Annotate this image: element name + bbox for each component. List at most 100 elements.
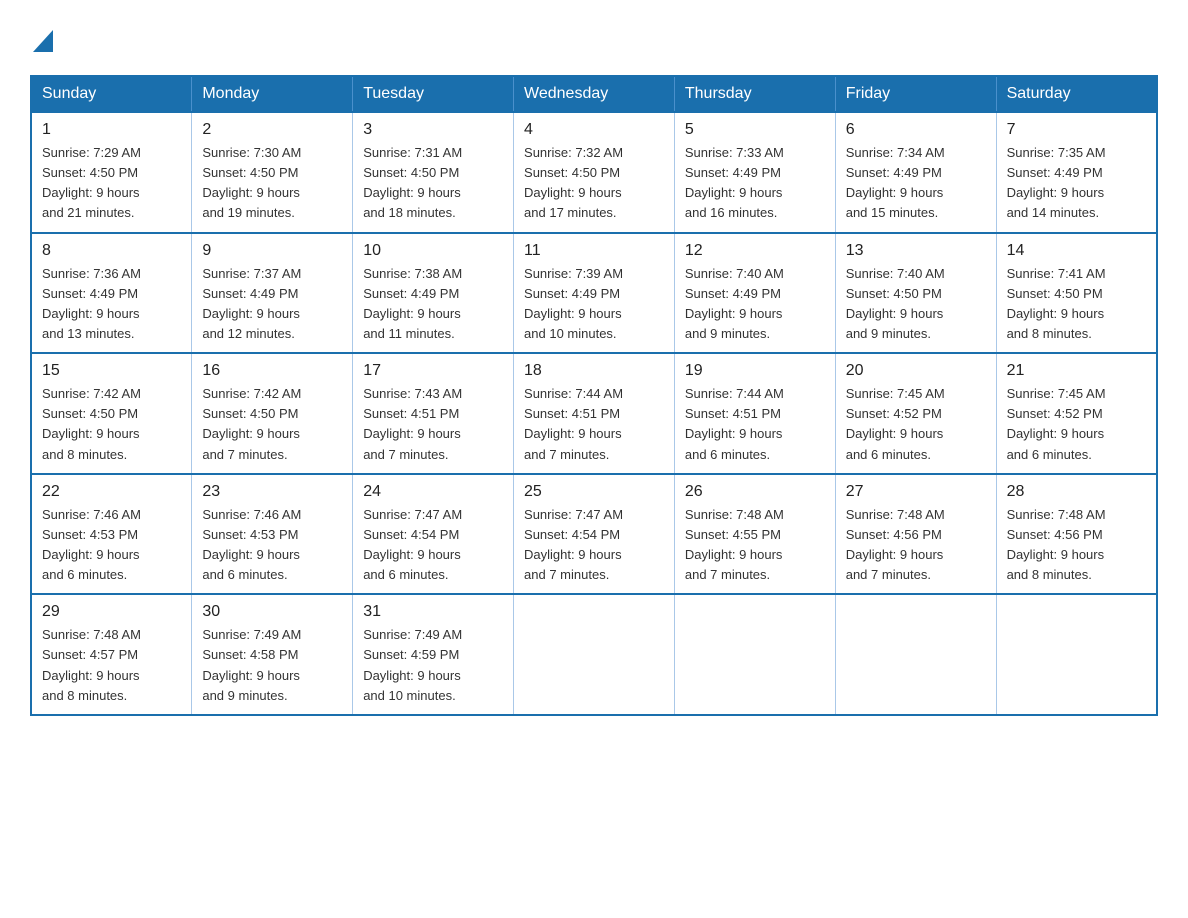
day-number: 29: [42, 603, 181, 621]
day-info: Sunrise: 7:48 AMSunset: 4:56 PMDaylight:…: [1007, 505, 1146, 586]
table-row: 8 Sunrise: 7:36 AMSunset: 4:49 PMDayligh…: [31, 233, 192, 354]
table-row: 25 Sunrise: 7:47 AMSunset: 4:54 PMDaylig…: [514, 474, 675, 595]
logo: [30, 30, 53, 57]
day-info: Sunrise: 7:37 AMSunset: 4:49 PMDaylight:…: [202, 264, 342, 345]
table-row: 13 Sunrise: 7:40 AMSunset: 4:50 PMDaylig…: [835, 233, 996, 354]
table-row: 11 Sunrise: 7:39 AMSunset: 4:49 PMDaylig…: [514, 233, 675, 354]
col-monday: Monday: [192, 76, 353, 112]
day-number: 23: [202, 483, 342, 501]
col-thursday: Thursday: [674, 76, 835, 112]
day-info: Sunrise: 7:42 AMSunset: 4:50 PMDaylight:…: [202, 384, 342, 465]
col-sunday: Sunday: [31, 76, 192, 112]
day-number: 30: [202, 603, 342, 621]
calendar-week-row: 8 Sunrise: 7:36 AMSunset: 4:49 PMDayligh…: [31, 233, 1157, 354]
day-number: 10: [363, 242, 503, 260]
table-row: 10 Sunrise: 7:38 AMSunset: 4:49 PMDaylig…: [353, 233, 514, 354]
day-number: 8: [42, 242, 181, 260]
header: [30, 20, 1158, 57]
table-row: 12 Sunrise: 7:40 AMSunset: 4:49 PMDaylig…: [674, 233, 835, 354]
day-info: Sunrise: 7:44 AMSunset: 4:51 PMDaylight:…: [524, 384, 664, 465]
table-row: 14 Sunrise: 7:41 AMSunset: 4:50 PMDaylig…: [996, 233, 1157, 354]
table-row: 30 Sunrise: 7:49 AMSunset: 4:58 PMDaylig…: [192, 594, 353, 715]
day-info: Sunrise: 7:44 AMSunset: 4:51 PMDaylight:…: [685, 384, 825, 465]
col-wednesday: Wednesday: [514, 76, 675, 112]
day-number: 2: [202, 121, 342, 139]
day-number: 11: [524, 242, 664, 260]
calendar-week-row: 29 Sunrise: 7:48 AMSunset: 4:57 PMDaylig…: [31, 594, 1157, 715]
table-row: 3 Sunrise: 7:31 AMSunset: 4:50 PMDayligh…: [353, 112, 514, 233]
col-friday: Friday: [835, 76, 996, 112]
table-row: 2 Sunrise: 7:30 AMSunset: 4:50 PMDayligh…: [192, 112, 353, 233]
day-number: 21: [1007, 362, 1146, 380]
day-info: Sunrise: 7:48 AMSunset: 4:55 PMDaylight:…: [685, 505, 825, 586]
day-info: Sunrise: 7:33 AMSunset: 4:49 PMDaylight:…: [685, 143, 825, 224]
col-tuesday: Tuesday: [353, 76, 514, 112]
table-row: 27 Sunrise: 7:48 AMSunset: 4:56 PMDaylig…: [835, 474, 996, 595]
day-info: Sunrise: 7:40 AMSunset: 4:50 PMDaylight:…: [846, 264, 986, 345]
day-number: 7: [1007, 121, 1146, 139]
day-info: Sunrise: 7:39 AMSunset: 4:49 PMDaylight:…: [524, 264, 664, 345]
day-info: Sunrise: 7:42 AMSunset: 4:50 PMDaylight:…: [42, 384, 181, 465]
day-info: Sunrise: 7:32 AMSunset: 4:50 PMDaylight:…: [524, 143, 664, 224]
day-number: 26: [685, 483, 825, 501]
table-row: 6 Sunrise: 7:34 AMSunset: 4:49 PMDayligh…: [835, 112, 996, 233]
table-row: 9 Sunrise: 7:37 AMSunset: 4:49 PMDayligh…: [192, 233, 353, 354]
day-info: Sunrise: 7:41 AMSunset: 4:50 PMDaylight:…: [1007, 264, 1146, 345]
table-row: 24 Sunrise: 7:47 AMSunset: 4:54 PMDaylig…: [353, 474, 514, 595]
day-number: 22: [42, 483, 181, 501]
day-number: 13: [846, 242, 986, 260]
table-row: 17 Sunrise: 7:43 AMSunset: 4:51 PMDaylig…: [353, 353, 514, 474]
day-info: Sunrise: 7:47 AMSunset: 4:54 PMDaylight:…: [524, 505, 664, 586]
table-row: 15 Sunrise: 7:42 AMSunset: 4:50 PMDaylig…: [31, 353, 192, 474]
day-number: 28: [1007, 483, 1146, 501]
table-row: 7 Sunrise: 7:35 AMSunset: 4:49 PMDayligh…: [996, 112, 1157, 233]
day-number: 25: [524, 483, 664, 501]
day-info: Sunrise: 7:34 AMSunset: 4:49 PMDaylight:…: [846, 143, 986, 224]
day-number: 3: [363, 121, 503, 139]
day-number: 27: [846, 483, 986, 501]
day-info: Sunrise: 7:43 AMSunset: 4:51 PMDaylight:…: [363, 384, 503, 465]
day-number: 15: [42, 362, 181, 380]
day-info: Sunrise: 7:49 AMSunset: 4:59 PMDaylight:…: [363, 625, 503, 706]
day-number: 20: [846, 362, 986, 380]
day-info: Sunrise: 7:48 AMSunset: 4:56 PMDaylight:…: [846, 505, 986, 586]
day-number: 5: [685, 121, 825, 139]
day-number: 16: [202, 362, 342, 380]
day-info: Sunrise: 7:47 AMSunset: 4:54 PMDaylight:…: [363, 505, 503, 586]
day-info: Sunrise: 7:48 AMSunset: 4:57 PMDaylight:…: [42, 625, 181, 706]
day-info: Sunrise: 7:40 AMSunset: 4:49 PMDaylight:…: [685, 264, 825, 345]
day-number: 17: [363, 362, 503, 380]
day-info: Sunrise: 7:31 AMSunset: 4:50 PMDaylight:…: [363, 143, 503, 224]
table-row: 22 Sunrise: 7:46 AMSunset: 4:53 PMDaylig…: [31, 474, 192, 595]
day-info: Sunrise: 7:35 AMSunset: 4:49 PMDaylight:…: [1007, 143, 1146, 224]
day-info: Sunrise: 7:46 AMSunset: 4:53 PMDaylight:…: [42, 505, 181, 586]
day-number: 12: [685, 242, 825, 260]
col-saturday: Saturday: [996, 76, 1157, 112]
day-info: Sunrise: 7:45 AMSunset: 4:52 PMDaylight:…: [1007, 384, 1146, 465]
day-info: Sunrise: 7:36 AMSunset: 4:49 PMDaylight:…: [42, 264, 181, 345]
day-info: Sunrise: 7:30 AMSunset: 4:50 PMDaylight:…: [202, 143, 342, 224]
table-row: 16 Sunrise: 7:42 AMSunset: 4:50 PMDaylig…: [192, 353, 353, 474]
table-row: [674, 594, 835, 715]
day-number: 24: [363, 483, 503, 501]
day-info: Sunrise: 7:29 AMSunset: 4:50 PMDaylight:…: [42, 143, 181, 224]
calendar-week-row: 15 Sunrise: 7:42 AMSunset: 4:50 PMDaylig…: [31, 353, 1157, 474]
table-row: 26 Sunrise: 7:48 AMSunset: 4:55 PMDaylig…: [674, 474, 835, 595]
calendar-week-row: 1 Sunrise: 7:29 AMSunset: 4:50 PMDayligh…: [31, 112, 1157, 233]
day-info: Sunrise: 7:38 AMSunset: 4:49 PMDaylight:…: [363, 264, 503, 345]
day-number: 9: [202, 242, 342, 260]
table-row: 31 Sunrise: 7:49 AMSunset: 4:59 PMDaylig…: [353, 594, 514, 715]
table-row: 20 Sunrise: 7:45 AMSunset: 4:52 PMDaylig…: [835, 353, 996, 474]
table-row: 19 Sunrise: 7:44 AMSunset: 4:51 PMDaylig…: [674, 353, 835, 474]
day-number: 4: [524, 121, 664, 139]
table-row: [996, 594, 1157, 715]
day-number: 18: [524, 362, 664, 380]
day-info: Sunrise: 7:45 AMSunset: 4:52 PMDaylight:…: [846, 384, 986, 465]
calendar-week-row: 22 Sunrise: 7:46 AMSunset: 4:53 PMDaylig…: [31, 474, 1157, 595]
table-row: 1 Sunrise: 7:29 AMSunset: 4:50 PMDayligh…: [31, 112, 192, 233]
day-info: Sunrise: 7:46 AMSunset: 4:53 PMDaylight:…: [202, 505, 342, 586]
table-row: 23 Sunrise: 7:46 AMSunset: 4:53 PMDaylig…: [192, 474, 353, 595]
table-row: 18 Sunrise: 7:44 AMSunset: 4:51 PMDaylig…: [514, 353, 675, 474]
table-row: 28 Sunrise: 7:48 AMSunset: 4:56 PMDaylig…: [996, 474, 1157, 595]
table-row: 21 Sunrise: 7:45 AMSunset: 4:52 PMDaylig…: [996, 353, 1157, 474]
